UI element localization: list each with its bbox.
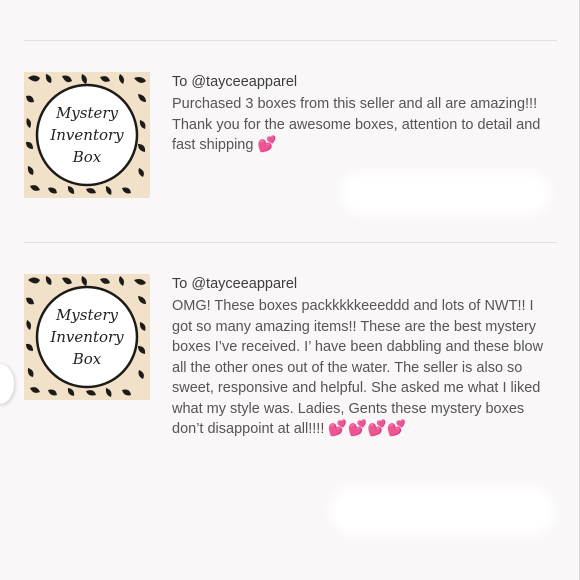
leopard-print-image: Mystery Inventory Box [24,274,150,400]
thumb-text-line1: Mystery [55,104,119,122]
review-content-2: To @tayceeapparel OMG! These boxes packk… [172,274,557,440]
leopard-print-image: Mystery Inventory Box [24,72,150,198]
review-text: OMG! These boxes packkkkkeeeddd and lots… [172,296,557,440]
carousel-handle[interactable] [0,364,14,404]
review-thumbnail-1[interactable]: Mystery Inventory Box [24,72,150,198]
thumb-text-line3: Box [72,350,102,368]
review-body: OMG! These boxes packkkkkeeeddd and lots… [172,298,544,437]
review-panel: Mystery Inventory Box To @tayceeapparel … [0,0,580,580]
thumb-text-line2: Inventory [49,126,124,144]
review-recipient[interactable]: To @tayceeapparel [172,274,557,294]
review-recipient[interactable]: To @tayceeapparel [172,72,557,92]
thumb-text-line1: Mystery [55,306,119,324]
review-thumbnail-2[interactable]: Mystery Inventory Box [24,274,150,400]
thumb-text-line3: Box [72,148,102,166]
hearts-emoji-icon: 💕 [257,136,278,153]
review-text: Purchased 3 boxes from this seller and a… [172,94,557,156]
redaction-smudge-1 [340,172,550,214]
hearts-emoji-icon: 💕💕💕💕 [328,420,408,437]
review-card-2: Mystery Inventory Box To @tayceeapparel … [24,274,557,474]
review-body: Purchased 3 boxes from this seller and a… [172,96,541,153]
review-content-1: To @tayceeapparel Purchased 3 boxes from… [172,72,557,156]
redaction-smudge-2 [330,486,555,536]
thumb-text-line2: Inventory [49,328,124,346]
divider-middle [24,242,557,243]
divider-top [24,40,557,41]
